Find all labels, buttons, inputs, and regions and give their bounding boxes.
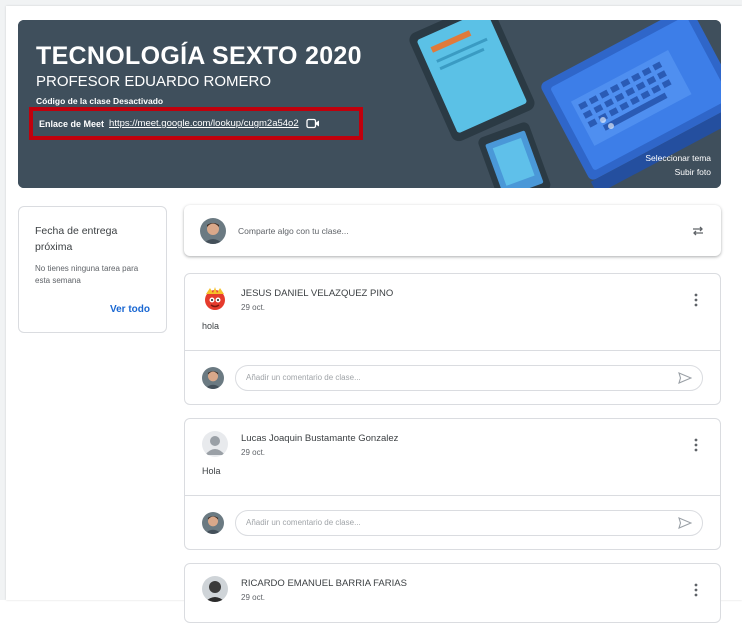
post-date: 29 oct. [241, 448, 266, 457]
avatar [202, 511, 224, 534]
avatar [202, 431, 228, 457]
class-stream-page: TECNOLOGÍA SEXTO 2020 PROFESOR EDUARDO R… [6, 6, 742, 623]
app-frame: TECNOLOGÍA SEXTO 2020 PROFESOR EDUARDO R… [0, 0, 742, 623]
post-author: RICARDO EMANUEL BARRIA FARIAS [241, 578, 407, 589]
send-icon[interactable] [678, 371, 692, 384]
post-date: 29 oct. [241, 303, 266, 312]
upcoming-empty-text: No tienes ninguna tarea para esta semana [35, 264, 139, 285]
meet-link[interactable]: https://meet.google.com/lookup/cugm2a54o… [109, 118, 299, 129]
view-all-link[interactable]: Ver todo [110, 304, 150, 315]
stream-post: RICARDO EMANUEL BARRIA FARIAS 29 oct. [184, 563, 721, 623]
share-box[interactable]: Comparte algo con tu clase... [184, 205, 721, 256]
video-camera-icon[interactable] [305, 118, 320, 129]
post-date: 29 oct. [241, 593, 266, 602]
more-options-icon[interactable] [694, 583, 698, 597]
send-icon[interactable] [678, 516, 692, 529]
stream-post: Lucas Joaquin Bustamante Gonzalez 29 oct… [184, 418, 721, 550]
comment-row: Añadir un comentario de clase... [185, 495, 720, 549]
comment-row: Añadir un comentario de clase... [185, 350, 720, 404]
more-options-icon[interactable] [694, 293, 698, 307]
comment-input[interactable]: Añadir un comentario de clase... [235, 509, 703, 536]
comment-placeholder: Añadir un comentario de clase... [246, 518, 361, 527]
avatar [202, 286, 228, 312]
avatar [202, 576, 228, 602]
avatar [202, 366, 224, 389]
meet-label: Enlace de Meet [39, 118, 105, 129]
share-input[interactable]: Comparte algo con tu clase... [238, 226, 691, 236]
upcoming-card: Fecha de entrega próxima No tienes ningu… [18, 206, 167, 333]
avatar [200, 217, 226, 244]
comment-placeholder: Añadir un comentario de clase... [246, 373, 361, 382]
stream-post: JESUS DANIEL VELAZQUEZ PINO 29 oct. hola… [184, 273, 721, 405]
upload-photo-link[interactable]: Subir foto [675, 167, 711, 177]
more-options-icon[interactable] [694, 438, 698, 452]
comment-input[interactable]: Añadir un comentario de clase... [235, 364, 703, 391]
post-author: Lucas Joaquin Bustamante Gonzalez [241, 433, 399, 444]
post-author: JESUS DANIEL VELAZQUEZ PINO [241, 288, 394, 299]
meet-link-highlight: Enlace de Meet https://meet.google.com/l… [29, 107, 363, 140]
class-subtitle: PROFESOR EDUARDO ROMERO [36, 73, 272, 90]
post-body: Hola [202, 466, 221, 476]
select-theme-link[interactable]: Seleccionar tema [645, 153, 711, 163]
upcoming-title: Fecha de entrega próxima [35, 225, 118, 253]
class-banner: TECNOLOGÍA SEXTO 2020 PROFESOR EDUARDO R… [18, 20, 721, 188]
post-body: hola [202, 321, 220, 331]
class-code: Código de la clase Desactivado [36, 96, 164, 106]
repost-icon[interactable] [691, 224, 705, 238]
class-title: TECNOLOGÍA SEXTO 2020 [36, 42, 362, 70]
